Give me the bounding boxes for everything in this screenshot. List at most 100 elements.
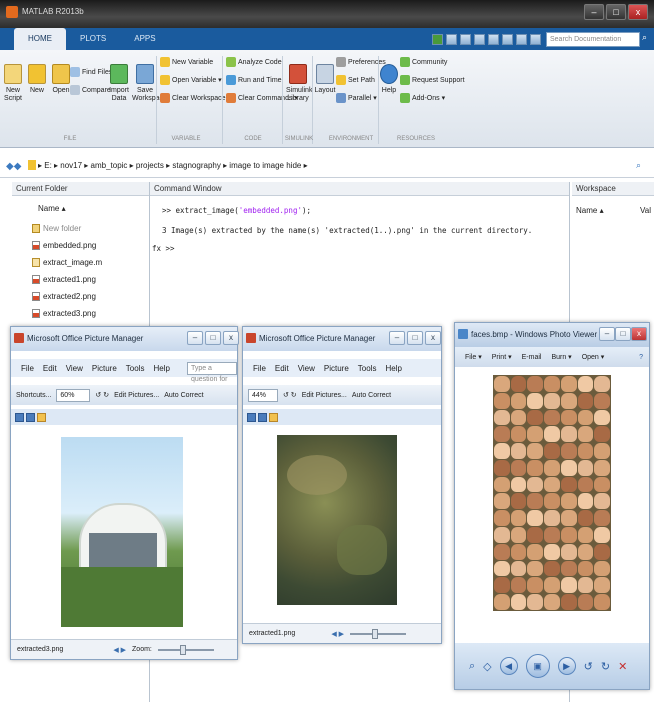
run-and-time-button[interactable]: Run and Time: [226, 74, 282, 86]
next-icon[interactable]: ▶: [557, 657, 576, 675]
tab-home[interactable]: HOME: [14, 28, 66, 50]
menu-email[interactable]: E-mail: [522, 354, 542, 361]
zoom-slider[interactable]: [350, 628, 407, 639]
filmstrip-view-icon[interactable]: [258, 412, 267, 422]
layout-button[interactable]: Layout: [314, 64, 336, 95]
maximize-button[interactable]: □: [606, 4, 626, 20]
minimize-button[interactable]: –: [187, 331, 203, 345]
tab-apps[interactable]: APPS: [120, 28, 169, 50]
menu-tools[interactable]: Tools: [358, 364, 377, 373]
help-button[interactable]: Help: [380, 64, 398, 95]
analyze-code-button[interactable]: Analyze Code: [226, 56, 282, 68]
shortcuts-button[interactable]: Shortcuts...: [16, 392, 51, 399]
open-button[interactable]: Open: [50, 64, 72, 95]
auto-correct-button[interactable]: Auto Correct: [352, 392, 391, 399]
list-item[interactable]: New folder: [32, 224, 81, 233]
compare-button[interactable]: Compare: [70, 84, 111, 96]
close-button[interactable]: x: [425, 331, 441, 345]
set-path-button[interactable]: Set Path: [336, 74, 375, 86]
maximize-button[interactable]: □: [615, 327, 631, 341]
edit-pictures-button[interactable]: Edit Pictures...: [302, 392, 347, 399]
minimize-button[interactable]: –: [599, 327, 615, 341]
new-button[interactable]: New: [26, 64, 48, 95]
close-button[interactable]: x: [223, 331, 239, 345]
simulink-library-button[interactable]: Simulink Library: [286, 64, 312, 103]
parallel-button[interactable]: Parallel ▾: [336, 92, 377, 104]
switch-windows-icon[interactable]: [516, 33, 527, 45]
rotate-cw-icon[interactable]: ↻: [601, 660, 610, 673]
save-icon[interactable]: [432, 33, 443, 45]
community-button[interactable]: Community: [400, 56, 447, 68]
single-view-icon[interactable]: [269, 412, 278, 422]
workspace-name-column[interactable]: Name ▴: [576, 206, 604, 215]
search-documentation-input[interactable]: Search Documentation: [546, 32, 640, 47]
menu-help[interactable]: Help: [153, 364, 169, 373]
save-workspace-button[interactable]: Save Workspace: [132, 64, 167, 103]
workspace-value-column[interactable]: Val: [640, 206, 651, 215]
name-column-header[interactable]: Name ▴: [38, 204, 66, 213]
delete-icon[interactable]: ✕: [618, 660, 627, 673]
search-icon[interactable]: ⌕: [636, 160, 641, 171]
previous-icon[interactable]: ◀: [499, 657, 518, 675]
prev-next-icon[interactable]: ◀ ▶: [113, 646, 126, 654]
import-data-button[interactable]: Import Data: [108, 64, 130, 103]
edit-pictures-button[interactable]: Edit Pictures...: [114, 392, 159, 399]
slideshow-icon[interactable]: ▣: [525, 654, 550, 678]
back-forward-icon[interactable]: ◆◆: [6, 161, 21, 172]
auto-correct-button[interactable]: Auto Correct: [164, 392, 203, 399]
close-button[interactable]: x: [631, 327, 647, 341]
menu-burn[interactable]: Burn ▾: [551, 353, 571, 361]
actual-size-icon[interactable]: ◇: [483, 660, 491, 673]
menu-picture[interactable]: Picture: [92, 364, 117, 373]
thumbnail-view-icon[interactable]: [15, 412, 24, 422]
current-path[interactable]: ▸ E: ▸ nov17 ▸ amb_topic ▸ projects ▸ st…: [38, 161, 308, 170]
thumbnail-view-icon[interactable]: [247, 412, 256, 422]
new-variable-button[interactable]: New Variable: [160, 56, 213, 68]
paste-icon[interactable]: [474, 33, 485, 45]
menu-edit[interactable]: Edit: [275, 364, 289, 373]
command-prompt[interactable]: fx >>: [152, 244, 175, 253]
tab-plots[interactable]: PLOTS: [66, 28, 120, 50]
rotate-ccw-icon[interactable]: ↺: [584, 660, 593, 673]
rotate-icon[interactable]: ↺ ↻: [95, 391, 109, 399]
close-button[interactable]: x: [628, 4, 648, 20]
single-view-icon[interactable]: [37, 412, 46, 422]
copy-icon[interactable]: [460, 33, 471, 45]
help-icon[interactable]: ?: [639, 354, 643, 361]
menu-view[interactable]: View: [66, 364, 83, 373]
minimize-button[interactable]: –: [584, 4, 604, 20]
open-variable-button[interactable]: Open Variable ▾: [160, 74, 222, 86]
search-icon[interactable]: ⌕: [642, 32, 647, 43]
request-support-button[interactable]: Request Support: [400, 74, 465, 86]
minimize-button[interactable]: –: [389, 331, 405, 345]
menu-tools[interactable]: Tools: [126, 364, 145, 373]
maximize-button[interactable]: □: [407, 331, 423, 345]
list-item[interactable]: extracted2.png: [32, 292, 96, 301]
menu-file[interactable]: File ▾: [465, 353, 482, 361]
clear-workspace-button[interactable]: Clear Workspace ▾: [160, 92, 231, 104]
maximize-button[interactable]: □: [205, 331, 221, 345]
add-ons-button[interactable]: Add-Ons ▾: [400, 92, 445, 104]
prev-next-icon[interactable]: ◀ ▶: [331, 630, 344, 638]
menu-print[interactable]: Print ▾: [492, 353, 512, 361]
rotate-icon[interactable]: ↺ ↻: [283, 391, 297, 399]
menu-help[interactable]: Help: [385, 364, 401, 373]
list-item[interactable]: embedded.png: [32, 241, 96, 250]
menu-file[interactable]: File: [253, 364, 266, 373]
filmstrip-view-icon[interactable]: [26, 412, 35, 422]
zoom-icon[interactable]: ⌕: [469, 660, 475, 673]
menu-open[interactable]: Open ▾: [582, 353, 605, 361]
cut-icon[interactable]: [446, 33, 457, 45]
find-files-button[interactable]: Find Files: [70, 66, 112, 78]
list-item[interactable]: extracted3.png: [32, 309, 96, 318]
help-icon[interactable]: [530, 33, 541, 45]
menu-file[interactable]: File: [21, 364, 34, 373]
menu-view[interactable]: View: [298, 364, 315, 373]
help-question-input[interactable]: Type a question for help: [186, 361, 237, 394]
new-script-button[interactable]: New Script: [2, 64, 24, 103]
menu-picture[interactable]: Picture: [324, 364, 349, 373]
undo-icon[interactable]: [488, 33, 499, 45]
zoom-slider[interactable]: [157, 644, 214, 655]
zoom-select[interactable]: 44%: [248, 388, 278, 402]
list-item[interactable]: extract_image.m: [32, 258, 102, 267]
